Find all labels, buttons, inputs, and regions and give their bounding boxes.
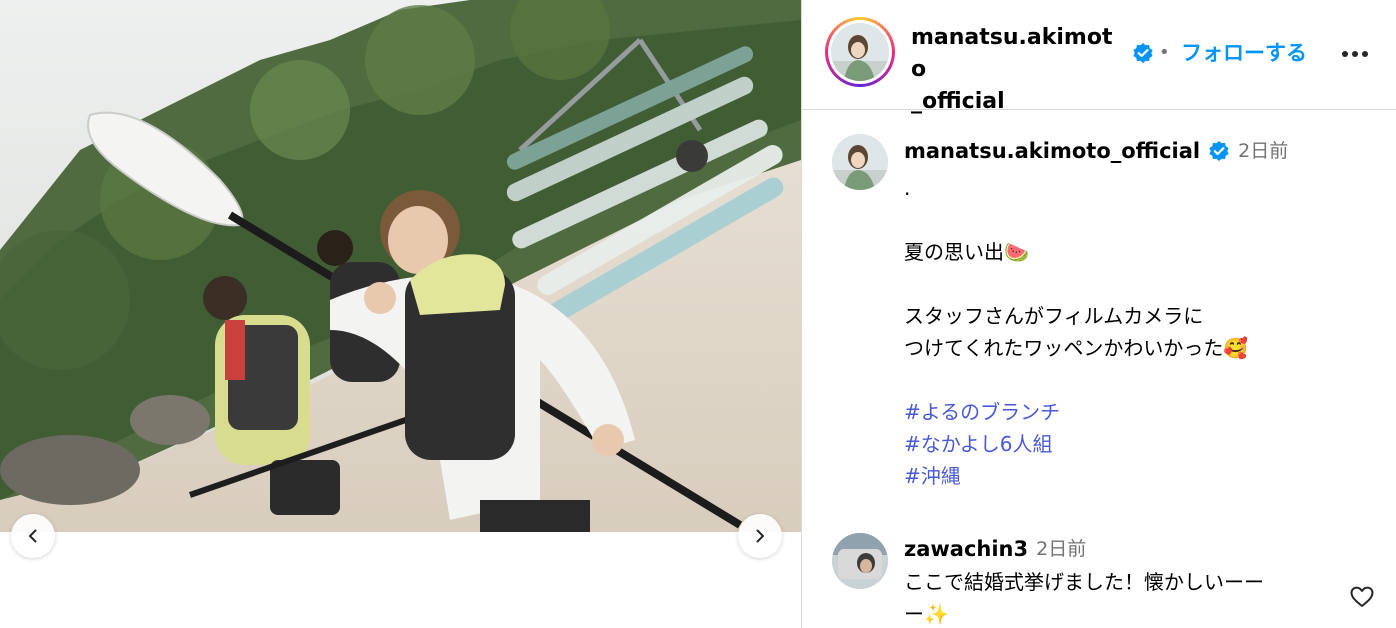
author-username-link[interactable]: manatsu.akimoto _official [911, 22, 1126, 118]
verified-badge-icon [1132, 42, 1154, 64]
caption-line: スタッフさんがフィルムカメラに [904, 304, 1204, 328]
caption-line [904, 364, 1344, 396]
post-side-panel: manatsu.akimoto _official • フォローする manat… [801, 0, 1396, 628]
post-media [0, 0, 801, 628]
carousel-prev-button[interactable] [11, 514, 55, 558]
caption-line: つけてくれたワッペンかわいかった🥰 [904, 336, 1249, 360]
comments-section: manatsu.akimoto_official 2日前 . 夏の思い出🍉 スタ… [802, 110, 1396, 628]
caption-text: . 夏の思い出🍉 スタッフさんがフィルムカメラに つけてくれたワッペンかわいかっ… [904, 172, 1344, 492]
chevron-right-icon [756, 529, 764, 543]
hashtag-link[interactable]: #よるのブランチ [904, 396, 1344, 428]
comment-text: ここで結婚式挙げました！懐かしいーー ー✨ [904, 566, 1334, 628]
author-username-line1: manatsu.akimoto [911, 25, 1113, 82]
caption-timestamp[interactable]: 2日前 [1238, 136, 1288, 166]
hashtag-link[interactable]: #なかよし6人組 [904, 428, 1344, 460]
carousel-next-button[interactable] [738, 514, 782, 558]
separator-dot: • [1159, 42, 1170, 63]
heart-outline-icon [1350, 586, 1374, 607]
comment-text-line: ー✨ [904, 602, 949, 626]
follow-button[interactable]: フォローする [1181, 38, 1307, 68]
author-avatar-story-ring[interactable] [825, 17, 895, 87]
caption-author-avatar[interactable] [832, 134, 888, 190]
caption-username[interactable]: manatsu.akimoto_official [904, 136, 1200, 166]
caption-header: manatsu.akimoto_official 2日前 [904, 136, 1288, 166]
commenter-avatar[interactable] [832, 533, 888, 589]
author-avatar [831, 23, 889, 81]
instagram-post-modal: manatsu.akimoto _official • フォローする manat… [0, 0, 1396, 628]
comment-like-button[interactable] [1349, 584, 1375, 610]
post-photo[interactable] [0, 0, 801, 532]
hashtag-link[interactable]: #沖縄 [904, 460, 1344, 492]
comment-timestamp[interactable]: 2日前 [1036, 534, 1086, 564]
caption-line: 夏の思い出🍉 [904, 240, 1029, 264]
post-header: manatsu.akimoto _official • フォローする [802, 0, 1396, 114]
caption-line: . [904, 176, 911, 200]
chevron-left-icon [29, 529, 37, 543]
more-options-button[interactable] [1340, 42, 1370, 66]
comment-username[interactable]: zawachin3 [904, 534, 1028, 564]
photo-illustration [0, 0, 801, 532]
caption-line [904, 204, 1344, 236]
comment-header: zawachin3 2日前 [904, 534, 1086, 564]
verified-badge-icon [1208, 140, 1230, 162]
more-horizontal-icon [1342, 51, 1368, 57]
comment-text-line: ここで結婚式挙げました！懐かしいーー [904, 570, 1264, 594]
caption-line [904, 268, 1344, 300]
